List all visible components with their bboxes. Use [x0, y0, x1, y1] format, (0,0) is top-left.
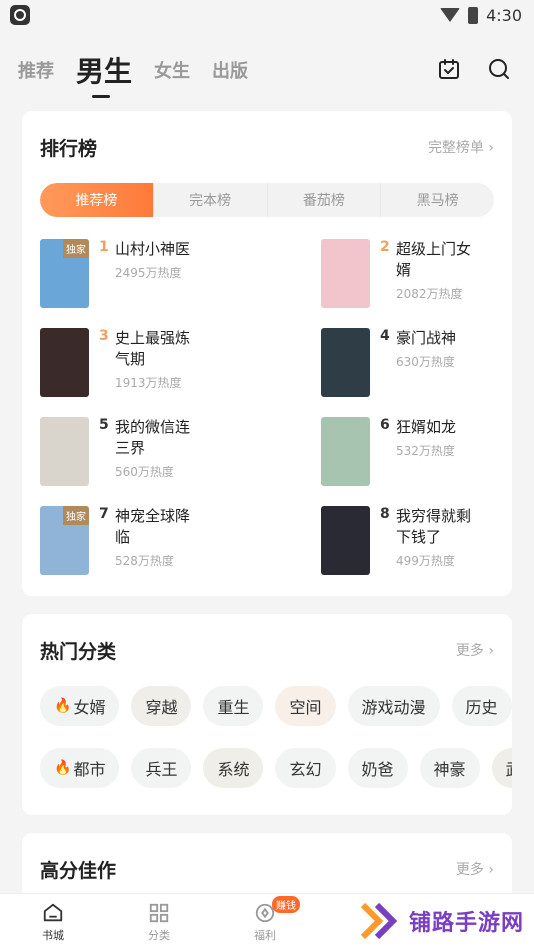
category-row-1: 🔥 女婿 穿越 重生 空间 游戏动漫 历史: [40, 686, 512, 726]
bottom-tab-label: 福利: [254, 928, 276, 942]
bottom-tab-label: 书城: [42, 928, 64, 942]
book-cover: [321, 506, 370, 575]
tab-male[interactable]: 男生: [76, 50, 132, 98]
rank-number: 6: [380, 417, 390, 433]
rank-number: 2: [380, 239, 390, 255]
book-title: 山村小神医: [115, 240, 191, 258]
ranking-book[interactable]: 2 超级上门女婿 2082万热度: [321, 239, 494, 308]
book-heat: 532万热度: [396, 444, 455, 458]
watermark-text: 铺路手游网: [408, 911, 524, 936]
rank-number: 3: [99, 328, 109, 344]
category-chip[interactable]: 兵王: [131, 748, 192, 788]
book-cover: [321, 239, 370, 308]
rank-number: 1: [99, 239, 109, 255]
bottom-tab-category[interactable]: 分类: [106, 894, 212, 949]
hot-categories-card: 热门分类 更多 🔥女婿 穿越 重生 空间 游戏动漫 历史 🔥都市 兵王 系统 玄…: [22, 614, 512, 815]
app-notification-icon: [10, 5, 30, 25]
bottom-tab-welfare[interactable]: 赚钱 福利: [212, 894, 318, 949]
ranking-book[interactable]: 6 狂婿如龙 532万热度: [321, 417, 494, 486]
category-chip[interactable]: 系统: [203, 748, 264, 788]
book-heat: 499万热度: [396, 554, 455, 568]
fire-icon: 🔥: [54, 760, 72, 776]
fire-icon: 🔥: [54, 698, 72, 714]
bottom-tab-label: 分类: [148, 928, 170, 942]
rank-number: 5: [99, 417, 109, 433]
book-cover: [321, 328, 370, 397]
book-heat: 2495万热度: [115, 266, 182, 280]
calendar-checkin-icon[interactable]: [436, 56, 462, 82]
book-heat: 560万热度: [115, 465, 174, 479]
tab-female[interactable]: 女生: [154, 57, 190, 83]
rank-tab-tomato[interactable]: 番茄榜: [266, 183, 381, 217]
book-cover: [40, 417, 89, 486]
high-score-title: 高分佳作: [40, 859, 117, 882]
categories-more-link[interactable]: 更多: [456, 640, 494, 660]
ranking-book[interactable]: 独家 1 山村小神医 2495万热度: [40, 239, 267, 308]
category-chip[interactable]: 历史: [451, 686, 512, 726]
category-chip[interactable]: 玄幻: [275, 748, 336, 788]
book-cover: [40, 328, 89, 397]
category-chip[interactable]: 神豪: [419, 748, 480, 788]
book-cover: 独家: [40, 239, 89, 308]
rank-number: 7: [99, 506, 109, 522]
category-chip[interactable]: 穿越: [131, 686, 192, 726]
ranking-book[interactable]: 独家 7 神宠全球降临 528万热度: [40, 506, 267, 575]
watermark: 铺路手游网: [359, 901, 524, 941]
book-title: 超级上门女婿: [396, 240, 472, 279]
book-title: 我的微信连三界: [115, 418, 191, 457]
category-chip[interactable]: 奶爸: [347, 748, 408, 788]
book-title: 狂婿如龙: [396, 418, 457, 436]
category-chip[interactable]: 🔥 都市: [40, 748, 120, 788]
ranking-list: 独家 1 山村小神医 2495万热度 2 超级上门女婿 2082万热度 3 史上最强炼气期…: [40, 239, 494, 575]
rank-number: 8: [380, 506, 390, 522]
rank-tab-darkhorse[interactable]: 黑马榜: [380, 183, 494, 217]
book-heat: 2082万热度: [396, 287, 463, 301]
book-heat: 528万热度: [115, 554, 174, 568]
high-score-more-link[interactable]: 更多: [456, 859, 494, 879]
bottom-tab-bookstore[interactable]: 书城: [0, 894, 106, 949]
ranking-book[interactable]: 8 我穷得就剩下钱了 499万热度: [321, 506, 494, 575]
tab-recommend[interactable]: 推荐: [18, 57, 54, 83]
ranking-title: 排行榜: [40, 137, 98, 160]
exclusive-badge: 独家: [63, 239, 89, 258]
category-chip[interactable]: 游戏动漫: [347, 686, 440, 726]
status-bar: 4:30: [0, 0, 534, 30]
book-heat: 1913万热度: [115, 376, 182, 390]
ranking-book[interactable]: 4 豪门战神 630万热度: [321, 328, 494, 397]
book-title: 豪门战神: [396, 329, 457, 347]
tab-publish[interactable]: 出版: [212, 57, 248, 83]
book-cover: [321, 417, 370, 486]
category-row-2: 🔥都市 兵王 系统 玄幻 奶爸 神豪 武侠: [40, 748, 512, 788]
ranking-card: 排行榜 完整榜单 推荐榜 完本榜 番茄榜 黑马榜 独家 1 山村小神医 2495万热…: [22, 111, 512, 596]
category-chip[interactable]: 重生: [203, 686, 264, 726]
clock: 4:30: [486, 5, 522, 25]
grid-icon: [147, 901, 171, 925]
search-icon[interactable]: [486, 56, 512, 82]
ranking-tabs: 推荐榜 完本榜 番茄榜 黑马榜: [40, 183, 494, 217]
top-nav: 推荐 男生 女生 出版: [0, 30, 534, 110]
earn-badge: 赚钱: [272, 896, 300, 913]
bottom-tab-bar: 书城 分类 赚钱 福利 铺路手游网: [0, 893, 534, 949]
ranking-book[interactable]: 3 史上最强炼气期 1913万热度: [40, 328, 267, 397]
battery-icon: [468, 6, 479, 24]
category-chip[interactable]: 武侠: [491, 748, 512, 788]
category-chip[interactable]: 空间: [275, 686, 336, 726]
book-heat: 630万热度: [396, 355, 455, 369]
status-right: 4:30: [440, 6, 522, 25]
category-chip[interactable]: 🔥 女婿: [40, 686, 120, 726]
wifi-icon: [440, 8, 461, 22]
book-title: 我穷得就剩下钱了: [396, 507, 472, 546]
hot-categories-title: 热门分类: [40, 640, 117, 663]
rank-number: 4: [380, 328, 390, 344]
home-icon: [41, 901, 65, 925]
rank-tab-finished[interactable]: 完本榜: [152, 183, 267, 217]
watermark-logo-icon: [360, 902, 398, 940]
book-title: 神宠全球降临: [115, 507, 191, 546]
ranking-book[interactable]: 5 我的微信连三界 560万热度: [40, 417, 267, 486]
full-ranking-link[interactable]: 完整榜单: [428, 137, 494, 157]
book-title: 史上最强炼气期: [115, 329, 191, 368]
rank-tab-recommend[interactable]: 推荐榜: [40, 183, 153, 217]
book-cover: 独家: [40, 506, 89, 575]
exclusive-badge: 独家: [63, 506, 89, 525]
